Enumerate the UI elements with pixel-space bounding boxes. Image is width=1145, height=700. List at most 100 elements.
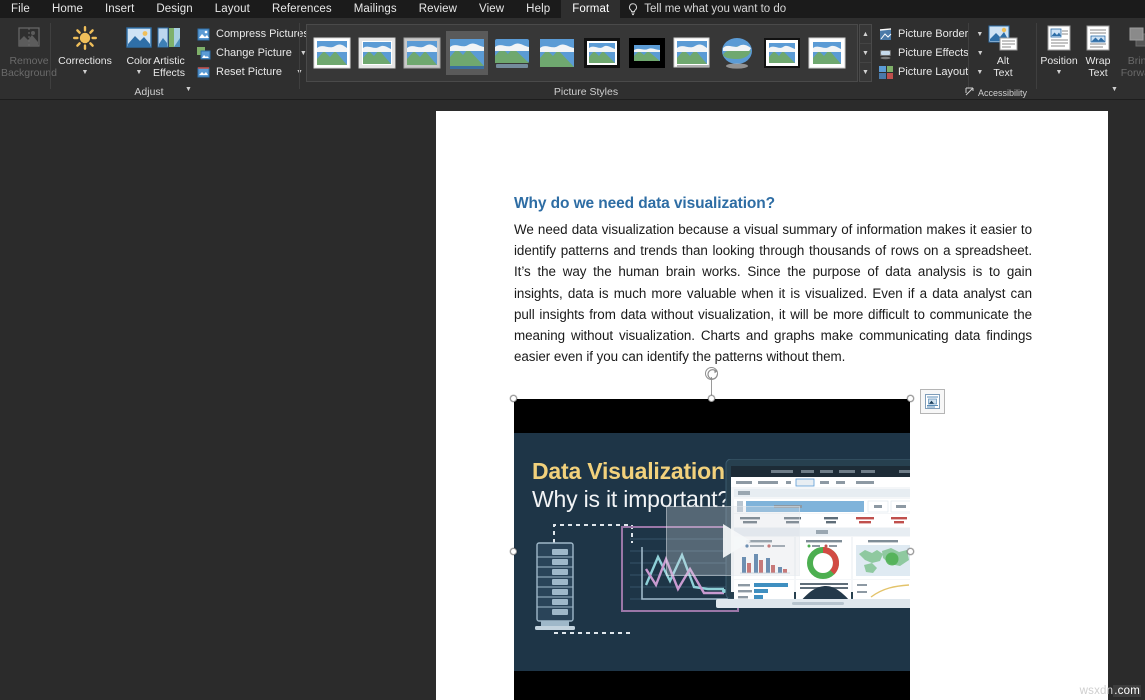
color-caret-icon[interactable]: ▼ [136, 69, 143, 76]
scroll-up-icon[interactable]: ▲ [860, 25, 871, 44]
ribbon-group-picture-styles: ▲ ▼ ▼ Picture Border ▼ Picture Effects ▼ [300, 18, 984, 100]
position-label: Position [1040, 55, 1078, 67]
picture-style-thumb-0[interactable] [311, 31, 353, 75]
artistic-effects-button[interactable]: Artistic Effects [146, 21, 192, 93]
document-canvas[interactable]: Why do we need data visualization? We ne… [0, 101, 1145, 700]
rotation-handle-icon[interactable] [705, 367, 718, 380]
picture-style-thumb-10[interactable] [761, 31, 803, 75]
page-heading: Why do we need data visualization? [514, 195, 776, 212]
play-button-icon[interactable] [666, 506, 800, 576]
reset-picture-label: Reset Picture [216, 66, 283, 78]
picture-border-label: Picture Border [898, 28, 969, 40]
picture-style-thumb-7[interactable] [626, 31, 668, 75]
picture-style-thumb-1[interactable] [356, 31, 398, 75]
document-page[interactable]: Why do we need data visualization? We ne… [436, 111, 1108, 700]
picture-styles-gallery[interactable] [306, 24, 858, 82]
alt-text-button[interactable]: Alt Text [974, 21, 1032, 93]
corrections-sun-icon [72, 23, 98, 53]
artistic-effects-icon [156, 23, 182, 53]
position-button[interactable]: Position ▼ [1038, 21, 1080, 93]
tab-file[interactable]: File [0, 0, 41, 18]
dialog-launcher-icon[interactable] [965, 87, 974, 98]
compress-pictures-label: Compress Pictures [216, 28, 309, 40]
tab-layout[interactable]: Layout [204, 0, 261, 18]
corrections-label: Corrections [58, 55, 112, 67]
handle-middle-left[interactable] [510, 548, 517, 555]
picture-style-thumb-5[interactable] [536, 31, 578, 75]
handle-top-right[interactable] [907, 395, 914, 402]
tab-home[interactable]: Home [41, 0, 94, 18]
bring-forward-icon [1127, 23, 1145, 53]
alt-text-icon [988, 23, 1018, 53]
tab-design[interactable]: Design [145, 0, 203, 18]
corrections-caret-icon[interactable]: ▼ [82, 69, 89, 76]
tab-mailings[interactable]: Mailings [343, 0, 408, 18]
picture-style-thumb-11[interactable] [806, 31, 848, 75]
accessibility-group-footer: Accessibility [965, 87, 1027, 98]
video-thumbnail-picture[interactable]: Data Visualization Why is it important? [514, 399, 910, 700]
alt-text-label-1: Alt [996, 55, 1010, 67]
handle-top-center[interactable] [708, 395, 715, 402]
handle-top-left[interactable] [510, 395, 517, 402]
picture-style-thumb-4[interactable] [491, 31, 533, 75]
group-label-accessibility: Accessibility [978, 87, 1028, 98]
position-icon [1047, 23, 1071, 53]
change-picture-button[interactable]: Change Picture ▼ [196, 44, 307, 62]
change-picture-icon [196, 46, 211, 61]
tab-help[interactable]: Help [515, 0, 561, 18]
watermark-dark: .com [1113, 685, 1141, 697]
scroll-down-icon[interactable]: ▼ [860, 44, 871, 63]
picture-styles-scroll[interactable]: ▲ ▼ ▼ [859, 24, 872, 82]
selected-picture-wrapper[interactable]: Data Visualization Why is it important? [510, 367, 945, 700]
word-window: File Home Insert Design Layout Reference… [0, 0, 1145, 700]
change-picture-label: Change Picture [216, 47, 292, 59]
bring-forward-label-1: Bring [1127, 55, 1145, 67]
wrap-text-button[interactable]: Wrap Text [1078, 21, 1118, 93]
remove-background-label-2: Background [0, 66, 58, 79]
play-triangle [722, 524, 751, 558]
ribbon-group-arrange: Position ▼ Wrap Text ▼ Brin Forw [1038, 18, 1145, 100]
bring-forward-button[interactable]: Bring Forward [1118, 21, 1145, 93]
compress-pictures-icon [196, 27, 211, 42]
bring-forward-label-2: Forward [1120, 66, 1145, 79]
more-styles-icon[interactable]: ▼ [860, 63, 871, 81]
position-caret-icon[interactable]: ▼ [1056, 69, 1063, 76]
video-title: Data Visualization [532, 458, 725, 484]
wrap-text-label-1: Wrap [1085, 55, 1111, 67]
picture-effects-icon [878, 46, 893, 61]
tab-review[interactable]: Review [408, 0, 468, 18]
picture-style-thumb-6[interactable] [581, 31, 623, 75]
lightbulb-icon [628, 2, 638, 16]
compress-pictures-button[interactable]: Compress Pictures [196, 25, 309, 43]
letterbox-top [514, 399, 910, 433]
remove-background-icon [16, 23, 42, 53]
artistic-effects-label-2: Effects [153, 66, 185, 79]
tab-view[interactable]: View [468, 0, 515, 18]
ribbon-group-adjust: Remove Background Corrections ▼ Color ▼ … [0, 18, 309, 100]
tab-insert[interactable]: Insert [94, 0, 145, 18]
corrections-button[interactable]: Corrections ▼ [56, 21, 114, 93]
alt-text-label-2: Text [993, 66, 1013, 79]
wrap-text-caret-icon[interactable]: ▼ [1111, 86, 1118, 93]
picture-layout-icon [878, 65, 893, 80]
layout-options-button[interactable] [920, 389, 945, 414]
artistic-effects-label-1: Artistic [153, 55, 185, 67]
tell-me-label: Tell me what you want to do [644, 3, 787, 15]
ribbon-group-accessibility: Alt Text Accessibility [965, 18, 1038, 100]
wrap-text-label-2: Text [1088, 66, 1108, 79]
tab-references[interactable]: References [261, 0, 343, 18]
picture-layout-label: Picture Layout [898, 66, 969, 78]
video-slide: Data Visualization Why is it important? [514, 433, 910, 671]
reset-picture-button[interactable]: Reset Picture ▼ [196, 63, 303, 81]
picture-style-thumb-2[interactable] [401, 31, 443, 75]
picture-style-thumb-8[interactable] [671, 31, 713, 75]
tab-format[interactable]: Format [561, 0, 621, 18]
site-watermark: wsxdn.com [1080, 685, 1141, 697]
watermark-light: wsxdn [1079, 685, 1114, 697]
group-label-picture-styles: Picture Styles [553, 86, 619, 98]
tell-me-search[interactable]: Tell me what you want to do [620, 0, 796, 18]
picture-style-thumb-3[interactable] [446, 31, 488, 75]
picture-style-thumb-9[interactable] [716, 31, 758, 75]
page-paragraph: We need data visualization because a vis… [514, 222, 1032, 365]
handle-middle-right[interactable] [907, 548, 914, 555]
